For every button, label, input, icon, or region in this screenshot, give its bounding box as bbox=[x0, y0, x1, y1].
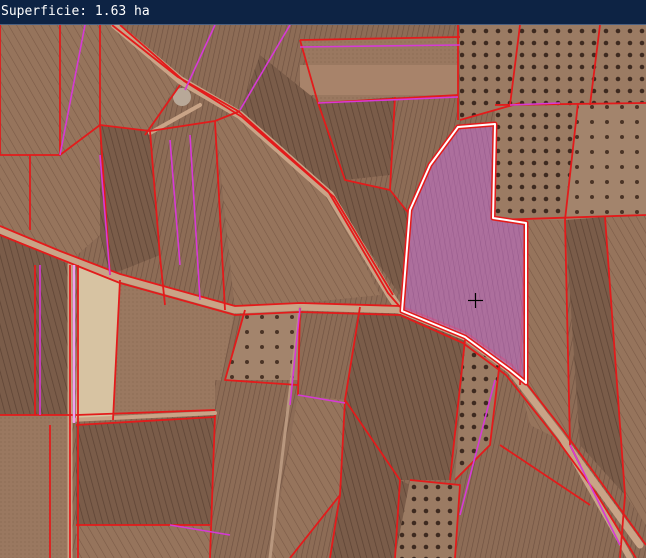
map-viewer: Superficie: 1.63 ha bbox=[0, 0, 646, 558]
status-bar: Superficie: 1.63 ha bbox=[0, 0, 646, 25]
area-readout: Superficie: 1.63 ha bbox=[1, 4, 150, 19]
orthophoto-map[interactable] bbox=[0, 25, 646, 558]
crosshair-icon bbox=[468, 293, 483, 308]
